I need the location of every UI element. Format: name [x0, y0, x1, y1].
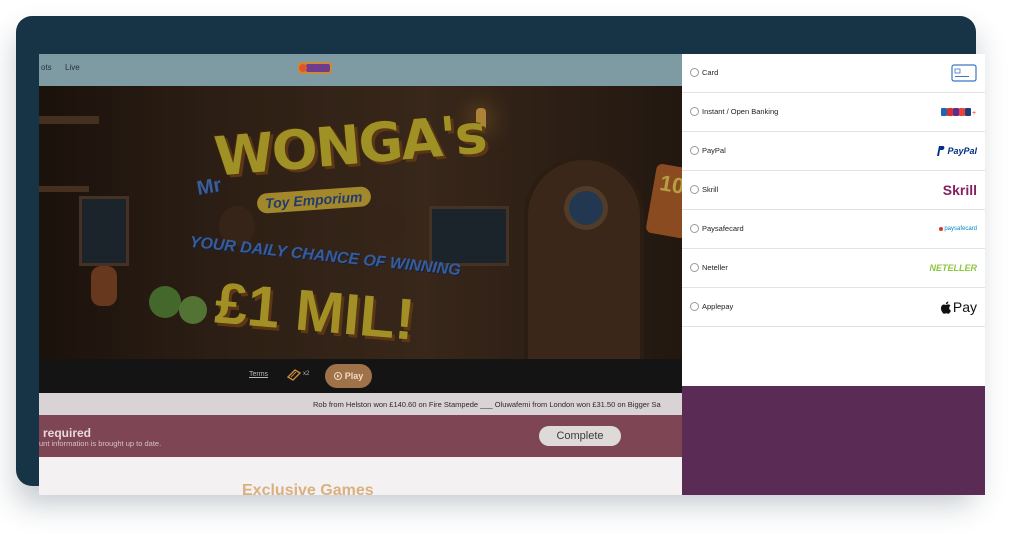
payment-option-open-banking[interactable]: Instant / Open Banking +: [682, 93, 985, 132]
ticker-text: Rob from Helston won £140.60 on Fire Sta…: [313, 400, 661, 409]
payment-label: Paysafecard: [702, 224, 744, 233]
play-icon: [333, 372, 342, 380]
payment-option-paypal[interactable]: PayPal PayPal: [682, 132, 985, 171]
radio-button[interactable]: [690, 185, 699, 194]
radio-button[interactable]: [690, 224, 699, 233]
play-bar: Terms x2 Play: [39, 359, 682, 393]
screen: ots Live WONGA's Mr Toy Emporium YOUR DA…: [39, 54, 985, 495]
action-required-banner: required unt information is brought up t…: [39, 415, 682, 457]
ticket-multiplier: x2: [303, 371, 310, 377]
payment-label: Skrill: [702, 185, 719, 194]
neteller-logo: NETELLER: [929, 257, 977, 279]
skrill-logo: Skrill: [943, 179, 977, 201]
open-banking-logo: +: [941, 101, 977, 123]
radio-button[interactable]: [690, 107, 699, 116]
paypal-logo: PayPal: [935, 140, 977, 162]
payment-option-paysafecard[interactable]: Paysafecard paysafecard: [682, 210, 985, 249]
paysafecard-dot: [939, 227, 944, 231]
ticket-icon: [287, 369, 301, 381]
radio-button[interactable]: [690, 146, 699, 155]
casino-site: ots Live WONGA's Mr Toy Emporium YOUR DA…: [39, 54, 682, 495]
payment-option-applepay[interactable]: Applepay Pay: [682, 288, 985, 327]
payment-label: Neteller: [702, 263, 728, 272]
terms-link[interactable]: Terms: [249, 371, 268, 378]
payment-option-skrill[interactable]: Skrill Skrill: [682, 171, 985, 210]
complete-button[interactable]: Complete: [539, 426, 621, 446]
payment-label: PayPal: [702, 146, 726, 155]
site-logo[interactable]: [296, 60, 334, 76]
winners-ticker: Rob from Helston won £140.60 on Fire Sta…: [39, 393, 682, 415]
svg-text:+: +: [972, 110, 976, 117]
play-button[interactable]: Play: [325, 364, 372, 388]
card-icon: [951, 62, 977, 84]
nav-item-live[interactable]: Live: [65, 63, 80, 72]
radio-button[interactable]: [690, 302, 699, 311]
banner-subtitle: unt information is brought up to date.: [39, 439, 162, 448]
banner-title: required: [43, 426, 92, 440]
top-navigation: ots Live: [39, 54, 682, 86]
neteller-logo-text: NETELLER: [929, 263, 977, 273]
payment-label: Card: [702, 68, 719, 77]
skrill-logo-text: Skrill: [942, 182, 977, 198]
section-title: Exclusive Games: [242, 482, 374, 495]
apple-pay-logo: Pay: [940, 296, 977, 318]
payment-label: Applepay: [702, 302, 734, 311]
payment-label: Instant / Open Banking: [702, 107, 779, 116]
device-frame: ots Live WONGA's Mr Toy Emporium YOUR DA…: [16, 16, 985, 495]
radio-button[interactable]: [690, 68, 699, 77]
apple-icon: [940, 301, 951, 314]
nav-item-sports[interactable]: ots: [41, 63, 52, 72]
panel-footer: [682, 386, 985, 495]
hero-dim-overlay: [39, 86, 682, 359]
radio-button[interactable]: [690, 263, 699, 272]
paysafecard-logo: paysafecard: [939, 218, 977, 240]
apple-pay-logo-text: Pay: [952, 299, 977, 315]
hero-banner[interactable]: WONGA's Mr Toy Emporium YOUR DAILY CHANC…: [39, 86, 682, 359]
play-button-label: Play: [344, 371, 364, 381]
paypal-logo-text: PayPal: [947, 146, 977, 156]
paysafecard-logo-text: paysafecard: [944, 226, 977, 232]
payment-option-card[interactable]: Card: [682, 54, 985, 93]
payment-option-neteller[interactable]: Neteller NETELLER: [682, 249, 985, 288]
